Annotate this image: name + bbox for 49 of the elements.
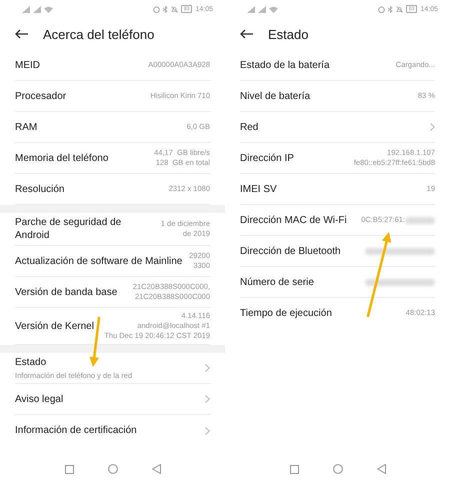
setting-label: RAM [15, 120, 38, 134]
settings-item[interactable]: Red [240, 112, 435, 143]
bluetooth-icon [388, 6, 393, 12]
redacted-value [405, 216, 435, 224]
back-arrow-icon[interactable] [240, 29, 254, 39]
setting-label: Dirección MAC de Wi-Fi [240, 214, 348, 226]
settings-item[interactable]: Información de certificación [15, 415, 210, 446]
home-icon[interactable] [108, 464, 118, 474]
setting-label: Resolución [15, 182, 66, 196]
recents-icon[interactable] [64, 464, 74, 474]
chevron-right-icon [430, 123, 435, 131]
back-icon[interactable] [152, 464, 160, 474]
setting-label: Dirección de Bluetooth [240, 244, 342, 258]
home-icon[interactable] [332, 464, 342, 474]
screen-title: Acerca del teléfono [43, 26, 154, 42]
chevron-right-icon [205, 426, 210, 435]
setting-label: Procesador [15, 90, 68, 102]
chevron-right-icon [205, 395, 210, 404]
setting-label: Estado [15, 356, 48, 370]
setting-label: Versión de banda base [15, 286, 118, 298]
setting-label: Número de serie [240, 276, 315, 288]
setting-label: Actualización de software de Mainline [15, 254, 184, 268]
settings-item[interactable]: Aviso legal [15, 384, 210, 416]
setting-label: Estado de la batería [240, 58, 331, 72]
setting-label: Tiempo de ejecución [240, 307, 333, 320]
back-icon[interactable] [376, 464, 386, 474]
wifi-icon [44, 6, 53, 12]
recents-icon[interactable] [290, 464, 298, 474]
setting-label: Dirección IP [240, 152, 295, 164]
setting-label: MEID [15, 58, 41, 72]
bell-off-icon [396, 6, 403, 12]
setting-label: Red [240, 120, 260, 134]
alarm-icon [152, 6, 160, 12]
redacted-value [365, 248, 435, 254]
bell-off-icon [170, 6, 178, 12]
bluetooth-icon [162, 6, 168, 12]
setting-label: Aviso legal [15, 392, 64, 406]
setting-label: Versión de Kernel [15, 320, 95, 333]
screen-title: Estado [268, 26, 308, 42]
alarm-icon [378, 6, 385, 12]
setting-label: Memoria del teléfono [15, 152, 110, 164]
setting-label: IMEI SV [240, 182, 278, 196]
back-arrow-icon[interactable] [15, 29, 29, 39]
setting-label: Parche de seguridad de Android [15, 216, 122, 242]
setting-label: Nivel de batería [240, 90, 312, 102]
redacted-value [365, 278, 435, 286]
wifi-icon [269, 6, 278, 12]
setting-label: Información de certificación [15, 424, 138, 438]
chevron-right-icon [205, 364, 210, 372]
